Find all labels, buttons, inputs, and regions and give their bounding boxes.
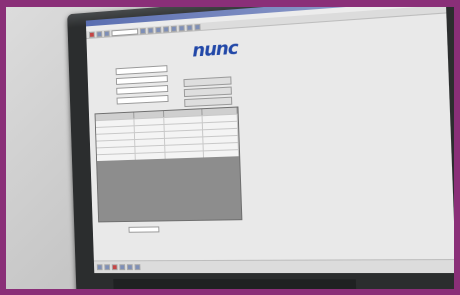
photo-frame: nunc: [6, 7, 454, 289]
taskbar-button[interactable]: [97, 264, 103, 270]
taskbar-button[interactable]: [119, 264, 125, 270]
toolbar-button[interactable]: [96, 31, 102, 37]
toolbar-button[interactable]: [171, 25, 177, 31]
action-button[interactable]: [184, 97, 232, 107]
toolbar-button[interactable]: [140, 27, 146, 33]
taskbar-button[interactable]: [127, 264, 133, 270]
field-label: [96, 91, 117, 92]
toolbar-button[interactable]: [163, 26, 169, 32]
toolbar-button[interactable]: [179, 25, 185, 31]
application-window: nunc: [86, 7, 454, 273]
taskbar-button[interactable]: [135, 264, 141, 270]
text-field[interactable]: [116, 85, 168, 95]
monitor-base: [113, 279, 356, 289]
brand-logo: nunc: [192, 37, 238, 61]
details-form: [95, 64, 169, 107]
bottom-input[interactable]: [129, 226, 160, 232]
toolbar-dropdown[interactable]: [111, 28, 138, 36]
toolbar-button[interactable]: [187, 24, 193, 30]
field-label: [95, 82, 116, 83]
toolbar-button[interactable]: [104, 30, 110, 36]
text-field[interactable]: [117, 95, 169, 105]
toolbar-button[interactable]: [155, 26, 161, 32]
field-label: [95, 72, 116, 73]
taskbar: [94, 259, 454, 273]
toolbar-button[interactable]: [194, 23, 200, 29]
data-grid: [95, 106, 243, 222]
monitor: nunc: [67, 7, 454, 289]
field-label: [96, 101, 117, 102]
taskbar-button[interactable]: [104, 264, 110, 270]
action-button[interactable]: [183, 76, 231, 87]
toolbar-button[interactable]: [148, 27, 154, 33]
action-button[interactable]: [184, 87, 232, 98]
toolbar-button[interactable]: [89, 31, 95, 37]
taskbar-button[interactable]: [112, 264, 118, 270]
